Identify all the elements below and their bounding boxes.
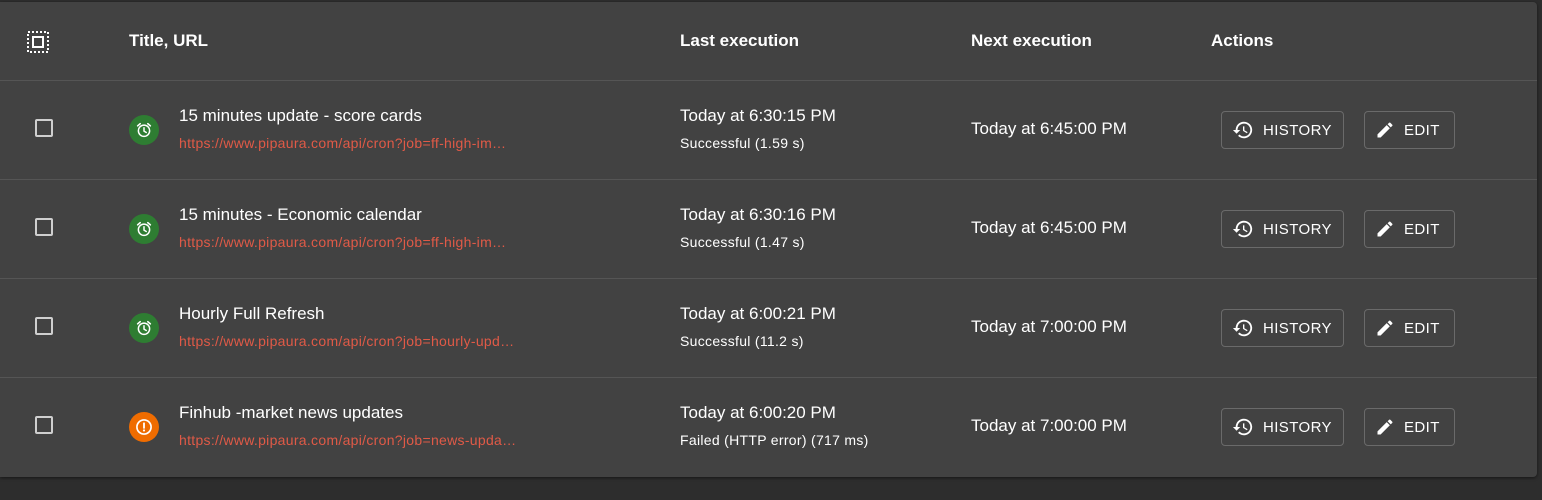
- row-checkbox[interactable]: [35, 119, 53, 137]
- select-all-icon[interactable]: [26, 30, 50, 54]
- history-button[interactable]: HISTORY: [1221, 408, 1344, 446]
- last-execution-time: Today at 6:00:20 PM: [680, 403, 836, 422]
- row-checkbox[interactable]: [35, 416, 53, 434]
- edit-button[interactable]: EDIT: [1364, 210, 1455, 248]
- next-execution-time: Today at 6:45:00 PM: [971, 218, 1127, 237]
- table-row: Finhub -market news updates https://www.…: [0, 378, 1537, 476]
- column-next-execution: Next execution: [971, 31, 1092, 50]
- next-execution-time: Today at 7:00:00 PM: [971, 416, 1127, 435]
- history-icon: [1232, 119, 1254, 141]
- job-title: Finhub -market news updates: [179, 403, 403, 422]
- history-icon: [1232, 218, 1254, 240]
- error-icon: [129, 412, 159, 442]
- history-button-label: HISTORY: [1263, 418, 1332, 436]
- column-actions: Actions: [1211, 31, 1274, 50]
- last-execution-status: Successful (11.2 s): [680, 333, 804, 349]
- alarm-icon: [129, 115, 159, 145]
- history-button-label: HISTORY: [1263, 121, 1332, 139]
- edit-button-label: EDIT: [1404, 319, 1440, 337]
- edit-button[interactable]: EDIT: [1364, 309, 1455, 347]
- edit-button[interactable]: EDIT: [1364, 408, 1455, 446]
- job-url-link[interactable]: https://www.pipaura.com/api/cron?job=new…: [179, 432, 516, 448]
- column-title-url: Title, URL: [129, 31, 209, 50]
- pencil-icon: [1375, 417, 1395, 437]
- edit-button-label: EDIT: [1404, 418, 1440, 436]
- last-execution-time: Today at 6:30:16 PM: [680, 205, 836, 224]
- table-row: Hourly Full Refresh https://www.pipaura.…: [0, 279, 1537, 378]
- last-execution-time: Today at 6:00:21 PM: [680, 304, 836, 323]
- history-button-label: HISTORY: [1263, 220, 1332, 238]
- edit-button-label: EDIT: [1404, 220, 1440, 238]
- job-url-link[interactable]: https://www.pipaura.com/api/cron?job=hou…: [179, 333, 514, 349]
- column-last-execution: Last execution: [680, 31, 800, 50]
- job-title: 15 minutes - Economic calendar: [179, 205, 422, 224]
- cron-jobs-table: Title, URL Last execution Next execution…: [0, 2, 1537, 477]
- history-button[interactable]: HISTORY: [1221, 309, 1344, 347]
- last-execution-status: Successful (1.59 s): [680, 135, 805, 151]
- next-execution-time: Today at 6:45:00 PM: [971, 119, 1127, 138]
- row-checkbox[interactable]: [35, 317, 53, 335]
- history-button[interactable]: HISTORY: [1221, 210, 1344, 248]
- alarm-icon: [129, 313, 159, 343]
- alarm-icon: [129, 214, 159, 244]
- job-title: Hourly Full Refresh: [179, 304, 325, 323]
- pencil-icon: [1375, 120, 1395, 140]
- history-button-label: HISTORY: [1263, 319, 1332, 337]
- table-header: Title, URL Last execution Next execution…: [0, 2, 1537, 81]
- edit-button-label: EDIT: [1404, 121, 1440, 139]
- last-execution-time: Today at 6:30:15 PM: [680, 106, 836, 125]
- history-icon: [1232, 317, 1254, 339]
- job-title: 15 minutes update - score cards: [179, 106, 422, 125]
- last-execution-status: Failed (HTTP error) (717 ms): [680, 432, 869, 448]
- table-row: 15 minutes update - score cards https://…: [0, 81, 1537, 180]
- job-url-link[interactable]: https://www.pipaura.com/api/cron?job=ff-…: [179, 135, 506, 151]
- table-row: 15 minutes - Economic calendar https://w…: [0, 180, 1537, 279]
- history-button[interactable]: HISTORY: [1221, 111, 1344, 149]
- pencil-icon: [1375, 318, 1395, 338]
- next-execution-time: Today at 7:00:00 PM: [971, 317, 1127, 336]
- job-url-link[interactable]: https://www.pipaura.com/api/cron?job=ff-…: [179, 234, 506, 250]
- row-checkbox[interactable]: [35, 218, 53, 236]
- pencil-icon: [1375, 219, 1395, 239]
- history-icon: [1232, 416, 1254, 438]
- last-execution-status: Successful (1.47 s): [680, 234, 805, 250]
- edit-button[interactable]: EDIT: [1364, 111, 1455, 149]
